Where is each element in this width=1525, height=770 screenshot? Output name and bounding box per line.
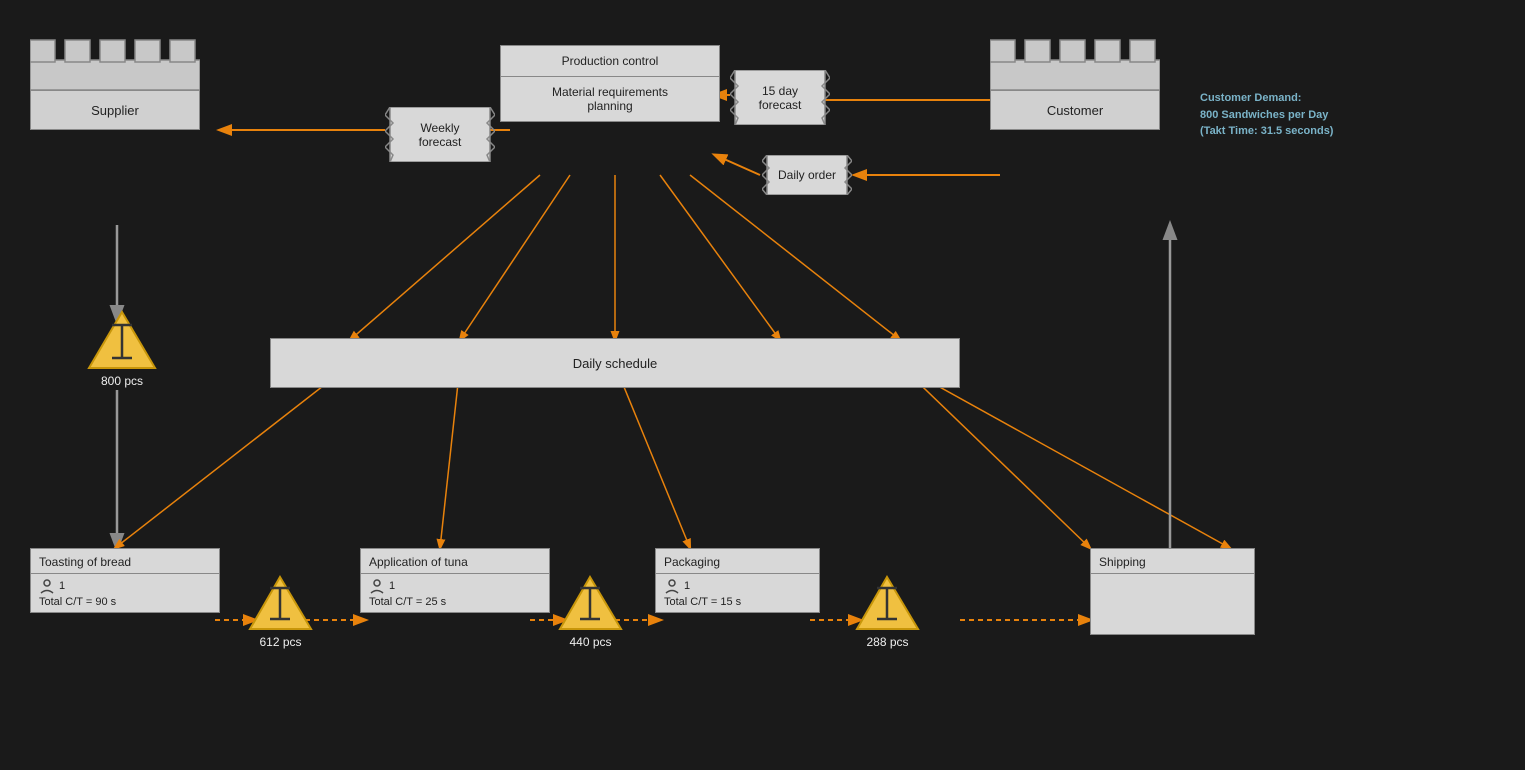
station-packaging-operator: 1 — [664, 578, 811, 594]
inventory-3-triangle — [855, 575, 920, 633]
forecast-15-container: 15 day forecast — [730, 70, 830, 130]
daily-schedule-box: Daily schedule — [270, 338, 960, 388]
inventory-3-label: 288 pcs — [866, 635, 908, 649]
station-tuna-ct: Total C/T = 25 s — [369, 596, 541, 608]
production-control-box: Production control Material requirements… — [500, 45, 720, 122]
station-toasting-body: 1 Total C/T = 90 s — [31, 574, 219, 612]
station-toasting: Toasting of bread 1 Total C/T = 90 s — [30, 548, 220, 613]
inventory-2-label: 440 pcs — [569, 635, 611, 649]
forecast-15-label: 15 day forecast — [759, 84, 802, 112]
inventory-3: 288 pcs — [855, 575, 920, 649]
weekly-forecast-label: Weekly forecast — [419, 121, 462, 149]
station-tuna-title: Application of tuna — [361, 549, 549, 574]
supplier-inventory-triangle — [87, 310, 157, 372]
station-shipping: Shipping — [1090, 548, 1255, 635]
operator-icon-2 — [369, 578, 385, 594]
weekly-forecast-container: Weekly forecast — [385, 107, 495, 167]
station-shipping-body — [1091, 574, 1254, 634]
production-control-bottom: Material requirements planning — [501, 77, 719, 121]
supplier-label: Supplier — [30, 90, 200, 130]
station-toasting-operator: 1 — [39, 578, 211, 594]
station-tuna: Application of tuna 1 Total C/T = 25 s — [360, 548, 550, 613]
customer-demand-text: Customer Demand: 800 Sandwiches per Day … — [1200, 90, 1333, 140]
inventory-1-triangle — [248, 575, 313, 633]
station-packaging-ct: Total C/T = 15 s — [664, 596, 811, 608]
operator-icon-3 — [664, 578, 680, 594]
station-packaging-body: 1 Total C/T = 15 s — [656, 574, 819, 612]
station-tuna-operator: 1 — [369, 578, 541, 594]
customer-factory-icon — [990, 30, 1160, 90]
inventory-2-triangle — [558, 575, 623, 633]
station-packaging-title: Packaging — [656, 549, 819, 574]
daily-order-label: Daily order — [778, 168, 836, 182]
customer-label: Customer — [990, 90, 1160, 130]
supplier-inventory: 800 pcs — [87, 310, 157, 388]
inventory-2: 440 pcs — [558, 575, 623, 649]
customer-factory: Customer — [990, 30, 1160, 130]
inventory-1-label: 612 pcs — [259, 635, 301, 649]
daily-order-container: Daily order — [762, 155, 852, 200]
inventory-1: 612 pcs — [248, 575, 313, 649]
station-tuna-body: 1 Total C/T = 25 s — [361, 574, 549, 612]
supplier-inventory-label: 800 pcs — [101, 374, 143, 388]
operator-icon — [39, 578, 55, 594]
production-control-top: Production control — [501, 46, 719, 77]
station-shipping-title: Shipping — [1091, 549, 1254, 574]
station-packaging: Packaging 1 Total C/T = 15 s — [655, 548, 820, 613]
supplier-factory: Supplier — [30, 30, 200, 130]
diagram: Supplier Customer Production control Mat… — [0, 0, 1525, 770]
station-toasting-ct: Total C/T = 90 s — [39, 596, 211, 608]
station-toasting-title: Toasting of bread — [31, 549, 219, 574]
supplier-factory-icon — [30, 30, 200, 90]
